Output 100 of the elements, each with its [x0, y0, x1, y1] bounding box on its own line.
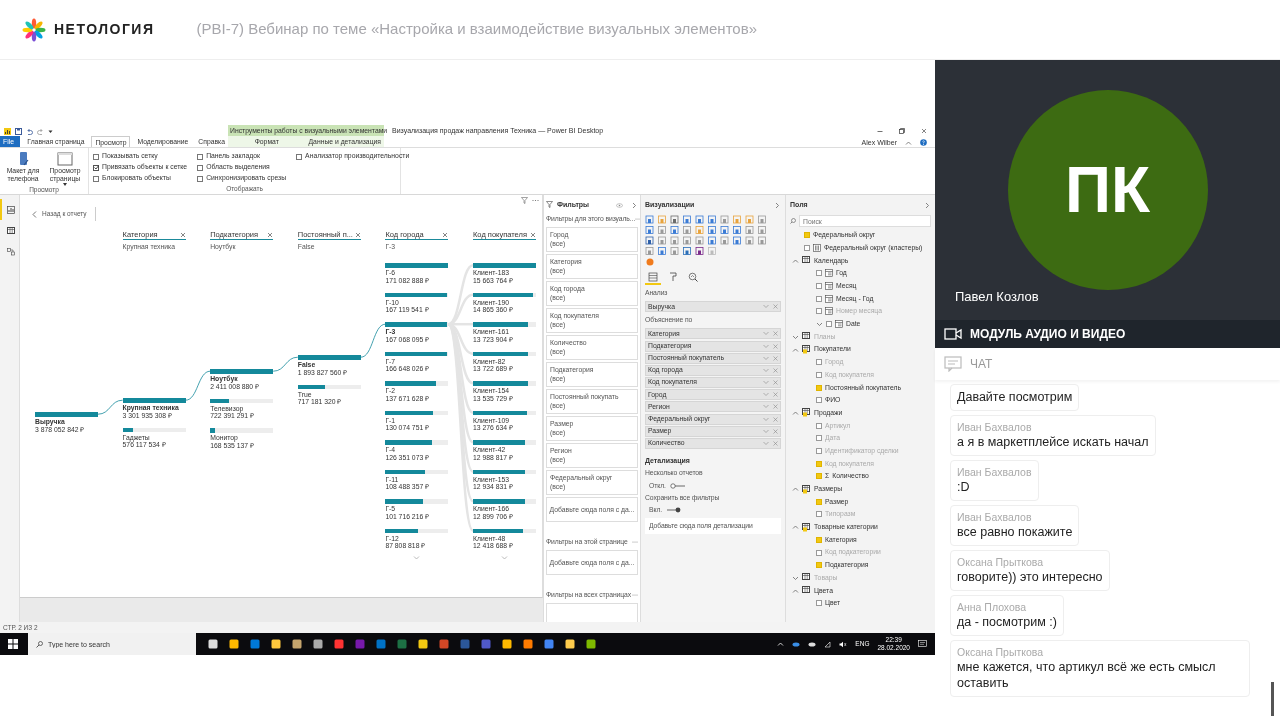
close-icon[interactable]: [773, 392, 778, 398]
checkbox[interactable]: [197, 153, 204, 160]
app-icon[interactable]: [208, 639, 218, 649]
restore-icon[interactable]: [899, 128, 905, 134]
chevron-down-icon[interactable]: [792, 574, 799, 581]
checkbox[interactable]: [816, 435, 822, 442]
chevron-up-icon[interactable]: [792, 486, 799, 493]
checkbox[interactable]: [197, 175, 204, 182]
app-icon[interactable]: [502, 639, 512, 649]
checkbox[interactable]: [816, 384, 822, 391]
checkbox[interactable]: [816, 511, 822, 518]
bar-track[interactable]: [473, 469, 536, 474]
checkbox[interactable]: [816, 460, 822, 467]
caret-icon[interactable]: [48, 128, 53, 134]
checkbox[interactable]: [816, 562, 822, 569]
bar-track[interactable]: [473, 499, 536, 504]
bar-track[interactable]: [385, 469, 449, 474]
bar-track[interactable]: [473, 440, 536, 445]
chevron-down-icon[interactable]: [792, 333, 799, 340]
network-icon[interactable]: [824, 640, 832, 648]
app-icon[interactable]: [586, 639, 596, 649]
app-icon[interactable]: [229, 639, 239, 649]
close-icon[interactable]: [773, 331, 778, 337]
checkbox[interactable]: [816, 549, 822, 556]
close-icon[interactable]: [773, 380, 778, 386]
volume-icon[interactable]: [839, 640, 848, 648]
app-icon[interactable]: [313, 639, 323, 649]
checkbox[interactable]: [93, 175, 99, 182]
close-icon[interactable]: [773, 441, 778, 446]
more-icon[interactable]: [532, 199, 539, 202]
close-icon[interactable]: [773, 355, 778, 361]
close-icon[interactable]: [530, 231, 536, 238]
checkbox[interactable]: [816, 536, 822, 543]
chevron-right-icon[interactable]: [631, 201, 638, 209]
checkbox[interactable]: [816, 600, 822, 607]
checkbox[interactable]: [816, 371, 822, 378]
save-icon[interactable]: [15, 127, 22, 135]
app-icon[interactable]: [565, 639, 575, 649]
close-icon[interactable]: [773, 416, 778, 422]
checkbox[interactable]: [816, 448, 822, 455]
checkbox[interactable]: [816, 295, 822, 302]
checkbox[interactable]: [816, 397, 822, 404]
close-icon[interactable]: [267, 231, 274, 238]
app-icon[interactable]: [523, 639, 533, 649]
close-icon[interactable]: [179, 231, 186, 238]
notification-icon[interactable]: [918, 640, 927, 648]
close-icon[interactable]: [921, 128, 927, 134]
close-icon[interactable]: [442, 231, 449, 238]
bar-track[interactable]: [210, 428, 274, 433]
bar-track[interactable]: [385, 410, 449, 415]
checkbox[interactable]: [816, 359, 822, 366]
redo-icon[interactable]: [37, 127, 44, 135]
chevron-up-icon[interactable]: [792, 257, 799, 264]
checkbox[interactable]: [804, 232, 810, 239]
toggle-switch[interactable]: [666, 506, 683, 513]
bar-track[interactable]: [385, 440, 449, 445]
checkbox[interactable]: [816, 422, 822, 429]
close-icon[interactable]: [773, 304, 778, 310]
app-icon[interactable]: [292, 639, 302, 649]
bar-track[interactable]: [297, 384, 361, 389]
bar-track[interactable]: [385, 381, 449, 386]
checkbox[interactable]: [816, 283, 822, 290]
checkbox[interactable]: [816, 473, 822, 480]
chevron-up-icon[interactable]: [792, 409, 799, 416]
close-icon[interactable]: [773, 367, 778, 373]
checkbox[interactable]: [816, 270, 822, 277]
minimize-icon[interactable]: [877, 128, 883, 134]
close-icon[interactable]: [354, 231, 361, 238]
bar-fill[interactable]: [385, 351, 447, 356]
checkbox[interactable]: [197, 164, 204, 171]
start-icon[interactable]: [8, 639, 18, 649]
bar-fill[interactable]: [473, 292, 533, 297]
bar-fill[interactable]: [385, 292, 448, 297]
chevron-up-icon[interactable]: [792, 524, 799, 531]
chevron-up-icon[interactable]: [905, 139, 912, 146]
scrollbar-thumb[interactable]: [1271, 682, 1274, 716]
checkbox[interactable]: [826, 321, 832, 328]
chevron-up-icon[interactable]: [792, 346, 799, 353]
chevron-right-icon[interactable]: [924, 201, 931, 209]
undo-icon[interactable]: [26, 127, 33, 135]
chevron-right-icon[interactable]: [774, 201, 781, 209]
bar-track[interactable]: [473, 528, 536, 533]
chevron-down-icon[interactable]: [816, 321, 823, 328]
help-icon[interactable]: [920, 139, 927, 147]
checkbox[interactable]: [93, 164, 99, 171]
checkbox[interactable]: [296, 153, 303, 160]
checkbox[interactable]: [816, 498, 822, 505]
app-icon[interactable]: [418, 639, 428, 649]
close-icon[interactable]: [773, 343, 778, 349]
chevron-up-icon[interactable]: [792, 587, 799, 594]
eye-icon[interactable]: [616, 202, 623, 208]
checkbox[interactable]: [804, 245, 810, 252]
bar-track[interactable]: [210, 398, 274, 403]
filter-icon[interactable]: [521, 197, 528, 204]
pane-tab[interactable]: [645, 270, 661, 285]
bar-track[interactable]: [385, 499, 449, 504]
bar-track[interactable]: [122, 427, 186, 432]
app-icon[interactable]: [271, 639, 281, 649]
checkbox[interactable]: [93, 153, 99, 160]
checkbox[interactable]: [816, 308, 822, 315]
